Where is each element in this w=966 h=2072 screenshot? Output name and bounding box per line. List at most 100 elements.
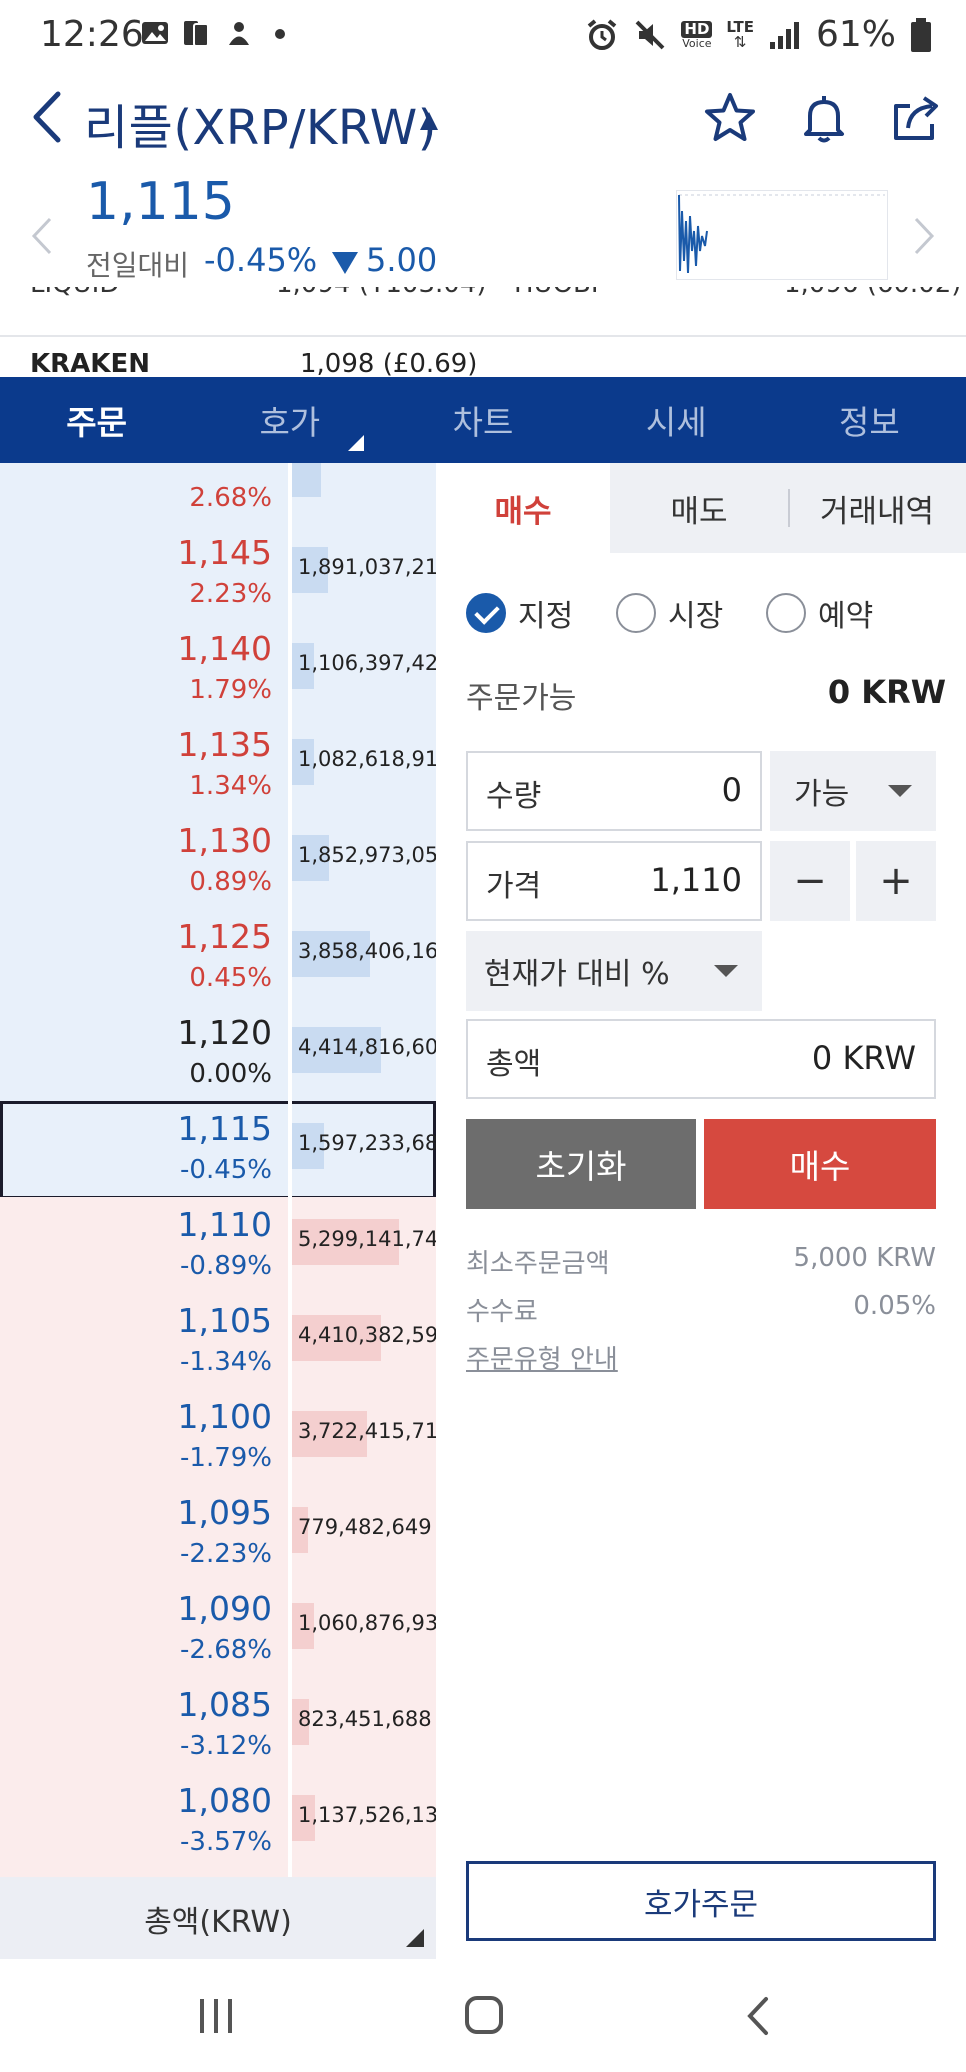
market-title[interactable]: 리플(XRP/KRW) <box>84 88 437 158</box>
back-icon[interactable] <box>28 90 68 144</box>
orderbook-price-cell[interactable]: 1,080 -3.57% <box>0 1773 292 1869</box>
orderbook-price-cell[interactable]: 1,145 2.23% <box>0 525 292 621</box>
orderbook-row[interactable]: 1,125 0.45% 3,858,406,160 <box>0 909 436 1007</box>
orderbook-quantity-cell <box>292 1869 436 1877</box>
nav-back-icon[interactable] <box>744 1995 772 2037</box>
percent-of-current-select[interactable]: 현재가 대비 % <box>466 931 762 1011</box>
reset-button[interactable]: 초기화 <box>466 1119 696 1209</box>
orderbook-price-cell[interactable]: 1,115 -0.45% <box>0 1101 292 1197</box>
orderbook-price-cell[interactable]: 1,090 -2.68% <box>0 1581 292 1677</box>
orderbook-price[interactable]: 1,090 <box>178 1589 272 1628</box>
orderbook-row[interactable]: 2.68% <box>0 463 436 527</box>
price-value[interactable]: 1,110 <box>650 861 742 899</box>
orderbook-price-cell[interactable]: 1,135 1.34% <box>0 717 292 813</box>
orderbook-row[interactable]: 1,130 0.89% 1,852,973,057 <box>0 813 436 911</box>
orderbook-price[interactable]: 1,145 <box>178 533 272 572</box>
orderbook-price-cell[interactable]: 1,120 0.00% <box>0 1005 292 1101</box>
notification-bell-icon[interactable] <box>796 90 852 146</box>
orderbook-price-cell[interactable]: 1,130 0.89% <box>0 813 292 909</box>
orderbook-price-cell[interactable]: 2.68% <box>0 463 292 525</box>
orderbook-row[interactable]: 1,075 <box>0 1869 436 1877</box>
orderbook-price[interactable]: 1,135 <box>178 725 272 764</box>
order-type-market[interactable]: 시장 <box>616 591 723 635</box>
exchange-name: KRAKEN <box>30 349 150 377</box>
lte-icon: LTE ⇅ <box>726 17 754 51</box>
home-icon[interactable] <box>464 1995 504 2035</box>
orderbook-price[interactable]: 1,100 <box>178 1397 272 1436</box>
buy-button[interactable]: 매수 <box>704 1119 936 1209</box>
orderbook-price-cell[interactable]: 1,125 0.45% <box>0 909 292 1005</box>
tab-trade-history[interactable]: 거래내역 <box>788 463 966 553</box>
orderbook-row[interactable]: 1,080 -3.57% 1,137,526,136 <box>0 1773 436 1871</box>
total-field[interactable]: 총액 0 KRW <box>466 1019 936 1099</box>
orderbook-price[interactable]: 1,125 <box>178 917 272 956</box>
possible-quantity-select[interactable]: 가능 <box>770 751 936 831</box>
orderbook-row[interactable]: 1,100 -1.79% 3,722,415,715 <box>0 1389 436 1487</box>
tab-info[interactable]: 정보 <box>773 377 966 463</box>
orderbook-price-cell[interactable]: 1,085 -3.12% <box>0 1677 292 1773</box>
orderbook-price[interactable]: 1,140 <box>178 629 272 668</box>
orderbook-row[interactable]: 1,140 1.79% 1,106,397,429 <box>0 621 436 719</box>
order-type-limit[interactable]: 지정 <box>466 591 573 635</box>
order-type-guide-link[interactable]: 주문유형 안내 <box>466 1339 618 1376</box>
tab-order[interactable]: 주문 <box>0 377 193 463</box>
order-type-limit-label: 지정 <box>518 599 574 634</box>
radio-unchecked-icon[interactable] <box>616 593 656 633</box>
previous-coin-icon[interactable] <box>30 216 54 256</box>
orderbook-price[interactable]: 1,105 <box>178 1301 272 1340</box>
radio-unchecked-icon[interactable] <box>766 593 806 633</box>
tab-orderbook[interactable]: 호가 <box>193 377 386 463</box>
orderbook-row[interactable]: 1,120 0.00% 4,414,816,600 <box>0 1005 436 1103</box>
orderbook-row[interactable]: 1,105 -1.34% 4,410,382,595 <box>0 1293 436 1391</box>
tab-market-price[interactable]: 시세 <box>580 377 773 463</box>
tab-chart[interactable]: 차트 <box>386 377 579 463</box>
orderbook-price-cell[interactable]: 1,095 -2.23% <box>0 1485 292 1581</box>
price-increase-button[interactable]: + <box>856 841 936 921</box>
orderbook-footer[interactable]: 총액(KRW) <box>0 1877 436 1959</box>
recent-apps-icon[interactable] <box>196 1997 236 2035</box>
next-coin-icon[interactable] <box>912 216 936 256</box>
radio-checked-icon[interactable] <box>466 593 506 633</box>
orderbook-price-cell[interactable]: 1,100 -1.79% <box>0 1389 292 1485</box>
orderbook-price[interactable]: 1,130 <box>178 821 272 860</box>
orderbook-price-cell[interactable]: 1,110 -0.89% <box>0 1197 292 1293</box>
quantity-value[interactable]: 0 <box>722 771 742 809</box>
orderbook-price[interactable]: 1,120 <box>178 1013 272 1052</box>
plus-icon: + <box>879 858 913 904</box>
signal-icon <box>769 21 799 49</box>
orderbook-total-toggle[interactable]: 총액(KRW) <box>0 1897 436 1941</box>
market-dropdown-caret-icon[interactable] <box>420 112 438 130</box>
orderbook-price-cell[interactable]: 1,105 -1.34% <box>0 1293 292 1389</box>
exchange-value: 1,098 (£0.69) <box>300 349 478 377</box>
orderbook-price-cell[interactable]: 1,140 1.79% <box>0 621 292 717</box>
orderbook-row[interactable]: 1,135 1.34% 1,082,618,919 <box>0 717 436 815</box>
orderbook-row[interactable]: 1,085 -3.12% 823,451,688 <box>0 1677 436 1775</box>
orderbook-row-current[interactable]: 1,115 -0.45% 1,597,233,686 <box>0 1101 436 1199</box>
minus-icon: − <box>793 858 827 904</box>
tab-buy[interactable]: 매수 <box>436 463 610 553</box>
tab-sell[interactable]: 매도 <box>610 463 788 553</box>
orderbook-price[interactable]: 1,110 <box>178 1205 272 1244</box>
price-field[interactable]: 가격 1,110 <box>466 841 762 921</box>
orderbook-price[interactable]: 1,115 <box>178 1109 272 1148</box>
share-icon[interactable] <box>888 90 944 146</box>
mini-price-chart[interactable] <box>676 190 888 280</box>
orderbook-price[interactable]: 1,080 <box>178 1781 272 1820</box>
orderbook-price-cell[interactable]: 1,075 <box>0 1869 292 1877</box>
price-decrease-button[interactable]: − <box>770 841 850 921</box>
orderbook-row[interactable]: 1,090 -2.68% 1,060,876,937 <box>0 1581 436 1679</box>
orderbook-change-percent: 1.79% <box>189 675 272 705</box>
total-value[interactable]: 0 KRW <box>812 1039 916 1077</box>
orderbook-price[interactable]: 1,095 <box>178 1493 272 1532</box>
orderbook-row[interactable]: 1,145 2.23% 1,891,037,219 <box>0 525 436 623</box>
orderbook-row[interactable]: 1,095 -2.23% 779,482,649 <box>0 1485 436 1583</box>
favorite-star-icon[interactable] <box>702 90 758 146</box>
order-side-tabs: 매수 매도 거래내역 <box>436 463 966 553</box>
orderbook-quantity-cell: 3,722,415,715 <box>292 1389 436 1485</box>
orderbook-price[interactable]: 1,085 <box>178 1685 272 1724</box>
orderbook-row[interactable]: 1,110 -0.89% 5,299,141,746 <box>0 1197 436 1295</box>
change-label: 전일대비 <box>86 249 190 282</box>
order-type-reserve[interactable]: 예약 <box>766 591 873 635</box>
quantity-field[interactable]: 수량 0 <box>466 751 762 831</box>
orderbook-order-button[interactable]: 호가주문 <box>466 1861 936 1941</box>
